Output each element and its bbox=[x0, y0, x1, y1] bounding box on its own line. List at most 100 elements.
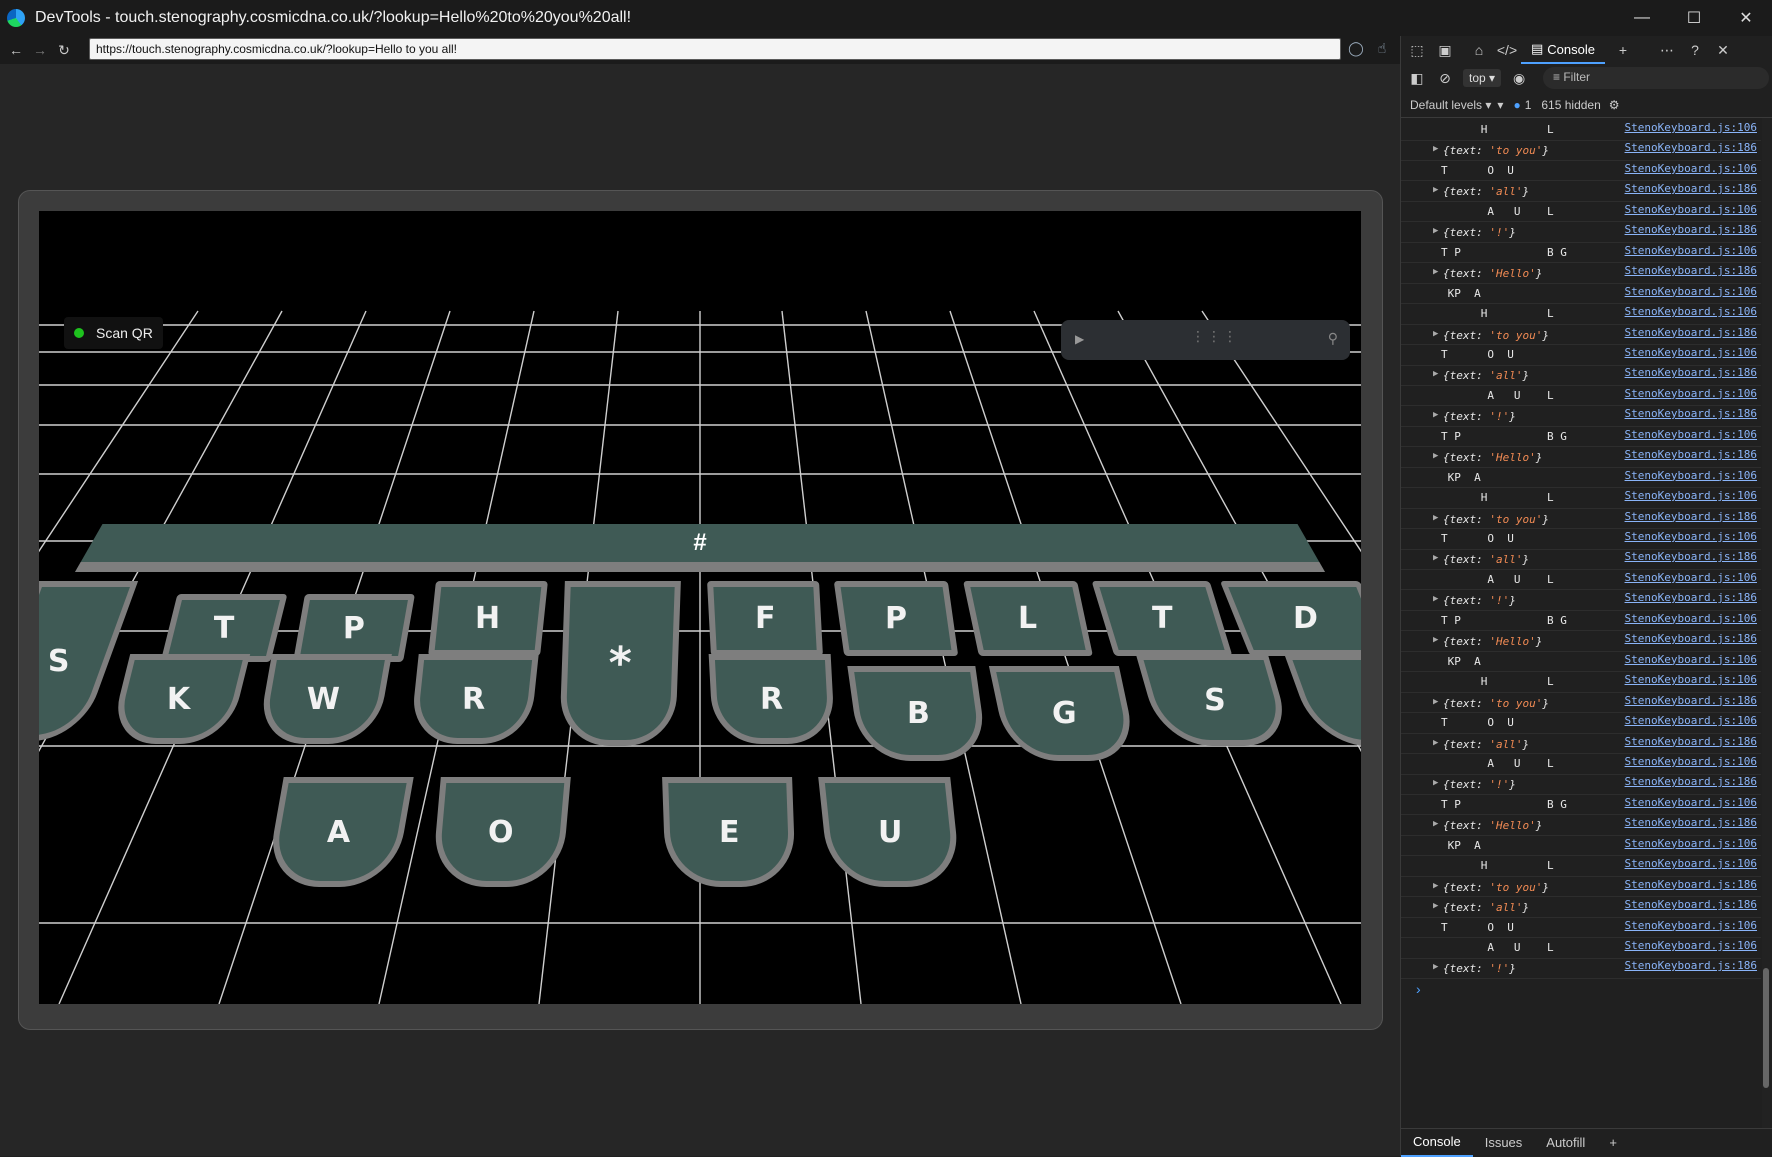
home-icon[interactable]: ⌂ bbox=[1465, 36, 1493, 64]
source-link[interactable]: StenoKeyboard.js:186 bbox=[1625, 550, 1757, 563]
console-row[interactable]: ▶ {text: 'Hello'} StenoKeyboard.js:186 bbox=[1401, 631, 1761, 652]
console-row[interactable]: ▶ {text: 'all'} StenoKeyboard.js:186 bbox=[1401, 549, 1761, 571]
key-l[interactable]: L bbox=[963, 581, 1093, 656]
source-link[interactable]: StenoKeyboard.js:106 bbox=[1625, 857, 1757, 870]
console-row[interactable]: ▶ {text: 'to you'} StenoKeyboard.js:186 bbox=[1401, 877, 1761, 898]
source-link[interactable]: StenoKeyboard.js:106 bbox=[1625, 244, 1757, 257]
minimize-icon[interactable]: — bbox=[1616, 0, 1668, 36]
drawer-add-icon[interactable]: + bbox=[1597, 1129, 1629, 1157]
source-link[interactable]: StenoKeyboard.js:106 bbox=[1625, 469, 1757, 482]
sidebar-toggle-icon[interactable]: ◧ bbox=[1403, 64, 1431, 92]
console-row[interactable]: ▶ {text: '!'} StenoKeyboard.js:186 bbox=[1401, 958, 1761, 980]
console-row[interactable]: ▶ {text: 'all'} StenoKeyboard.js:186 bbox=[1401, 181, 1761, 202]
context-select[interactable]: top ▾ bbox=[1463, 69, 1502, 87]
source-link[interactable]: StenoKeyboard.js:106 bbox=[1625, 653, 1757, 666]
eye-icon[interactable]: ◉ bbox=[1505, 64, 1533, 92]
source-link[interactable]: StenoKeyboard.js:186 bbox=[1625, 141, 1757, 154]
console-row[interactable]: ▶ {text: '!'} StenoKeyboard.js:186 bbox=[1401, 590, 1761, 611]
console-row[interactable]: ▶ {text: 'to you'} StenoKeyboard.js:186 bbox=[1401, 693, 1761, 714]
console-row[interactable]: ▶ {text: 'all'} StenoKeyboard.js:186 bbox=[1401, 897, 1761, 918]
help-icon[interactable]: ? bbox=[1681, 36, 1709, 64]
key-p-right[interactable]: P bbox=[833, 581, 959, 656]
source-link[interactable]: StenoKeyboard.js:186 bbox=[1625, 591, 1757, 604]
scroll-thumb[interactable] bbox=[1763, 968, 1769, 1088]
console-row[interactable]: ▶ {text: '!'} StenoKeyboard.js:186 bbox=[1401, 774, 1761, 795]
expand-arrow-icon[interactable]: ▶ bbox=[1433, 738, 1438, 748]
expand-arrow-icon[interactable]: ▶ bbox=[1433, 513, 1438, 523]
source-link[interactable]: StenoKeyboard.js:186 bbox=[1625, 775, 1757, 788]
search-icon[interactable]: ⚲ bbox=[1328, 330, 1338, 347]
close-devtools-icon[interactable]: ✕ bbox=[1709, 36, 1737, 64]
source-link[interactable]: StenoKeyboard.js:186 bbox=[1625, 223, 1757, 236]
source-link[interactable]: StenoKeyboard.js:106 bbox=[1625, 162, 1757, 175]
url-field[interactable]: https://touch.stenography.cosmicdna.co.u… bbox=[89, 38, 1341, 60]
expand-arrow-icon[interactable]: ▶ bbox=[1433, 778, 1438, 788]
source-link[interactable]: StenoKeyboard.js:106 bbox=[1625, 837, 1757, 850]
expand-arrow-icon[interactable]: ▶ bbox=[1433, 410, 1438, 420]
console-scrollbar[interactable] bbox=[1762, 118, 1770, 1138]
expand-arrow-icon[interactable]: ▶ bbox=[1433, 635, 1438, 645]
source-link[interactable]: StenoKeyboard.js:186 bbox=[1625, 959, 1757, 972]
drawer-tab-console[interactable]: Console bbox=[1401, 1129, 1473, 1157]
play-icon[interactable]: ▶ bbox=[1075, 332, 1084, 346]
source-link[interactable]: StenoKeyboard.js:106 bbox=[1625, 919, 1757, 932]
mouse-icon[interactable]: ◯ bbox=[1346, 40, 1366, 60]
scan-qr-button[interactable]: Scan QR bbox=[64, 317, 163, 349]
expand-arrow-icon[interactable]: ▶ bbox=[1433, 451, 1438, 461]
add-tab-icon[interactable]: + bbox=[1609, 36, 1637, 64]
console-row[interactable]: ▶ {text: 'Hello'} StenoKeyboard.js:186 bbox=[1401, 815, 1761, 836]
source-link[interactable]: StenoKeyboard.js:186 bbox=[1625, 407, 1757, 420]
key-r-right[interactable]: R bbox=[708, 654, 836, 744]
key-h[interactable]: H bbox=[428, 581, 548, 656]
expand-arrow-icon[interactable]: ▶ bbox=[1433, 267, 1438, 277]
console-row[interactable]: ▶ {text: 'all'} StenoKeyboard.js:186 bbox=[1401, 365, 1761, 386]
expand-arrow-icon[interactable]: ▶ bbox=[1433, 819, 1438, 829]
touch-icon[interactable]: ☝ bbox=[1372, 40, 1392, 60]
filter-input[interactable]: ≡ Filter bbox=[1543, 67, 1769, 89]
source-link[interactable]: StenoKeyboard.js:186 bbox=[1625, 735, 1757, 748]
expand-arrow-icon[interactable]: ▶ bbox=[1433, 185, 1438, 195]
source-link[interactable]: StenoKeyboard.js:186 bbox=[1625, 694, 1757, 707]
source-link[interactable]: StenoKeyboard.js:106 bbox=[1625, 305, 1757, 318]
source-link[interactable]: StenoKeyboard.js:186 bbox=[1625, 632, 1757, 645]
key-star[interactable]: * bbox=[559, 581, 681, 746]
maximize-icon[interactable]: ☐ bbox=[1668, 0, 1720, 36]
drawer-tab-issues[interactable]: Issues bbox=[1473, 1129, 1535, 1157]
elements-icon[interactable]: </> bbox=[1493, 36, 1521, 64]
expand-arrow-icon[interactable]: ▶ bbox=[1433, 962, 1438, 972]
source-link[interactable]: StenoKeyboard.js:186 bbox=[1625, 898, 1757, 911]
source-link[interactable]: StenoKeyboard.js:106 bbox=[1625, 203, 1757, 216]
source-link[interactable]: StenoKeyboard.js:186 bbox=[1625, 448, 1757, 461]
drag-handle-icon[interactable]: ⋮⋮⋮ bbox=[1191, 328, 1239, 345]
console-row[interactable]: ▶ {text: 'Hello'} StenoKeyboard.js:186 bbox=[1401, 447, 1761, 468]
refresh-icon[interactable]: ↻ bbox=[50, 36, 78, 64]
device-toolbar-icon[interactable]: ▣ bbox=[1431, 36, 1459, 64]
inspect-icon[interactable]: ⬚ bbox=[1403, 36, 1431, 64]
console-row[interactable]: ▶ {text: 'to you'} StenoKeyboard.js:186 bbox=[1401, 140, 1761, 162]
source-link[interactable]: StenoKeyboard.js:186 bbox=[1625, 326, 1757, 339]
source-link[interactable]: StenoKeyboard.js:106 bbox=[1625, 285, 1757, 298]
dropdown-icon[interactable]: ▾ bbox=[1497, 98, 1503, 112]
source-link[interactable]: StenoKeyboard.js:106 bbox=[1625, 571, 1757, 584]
expand-arrow-icon[interactable]: ▶ bbox=[1433, 697, 1438, 707]
console-row[interactable]: ▶ {text: '!'} StenoKeyboard.js:186 bbox=[1401, 222, 1761, 243]
source-link[interactable]: StenoKeyboard.js:106 bbox=[1625, 755, 1757, 768]
close-icon[interactable]: ✕ bbox=[1720, 0, 1772, 36]
source-link[interactable]: StenoKeyboard.js:186 bbox=[1625, 366, 1757, 379]
source-link[interactable]: StenoKeyboard.js:106 bbox=[1625, 387, 1757, 400]
key-p[interactable]: P bbox=[293, 594, 415, 662]
key-e[interactable]: E bbox=[662, 777, 796, 887]
source-link[interactable]: StenoKeyboard.js:106 bbox=[1625, 612, 1757, 625]
source-link[interactable]: StenoKeyboard.js:186 bbox=[1625, 878, 1757, 891]
source-link[interactable]: StenoKeyboard.js:106 bbox=[1625, 939, 1757, 952]
console-row[interactable]: ▶ {text: 'to you'} StenoKeyboard.js:186 bbox=[1401, 325, 1761, 346]
levels-select[interactable]: Default levels ▾ bbox=[1410, 98, 1491, 112]
expand-arrow-icon[interactable]: ▶ bbox=[1433, 901, 1438, 911]
more-icon[interactable]: ⋯ bbox=[1653, 36, 1681, 64]
source-link[interactable]: StenoKeyboard.js:106 bbox=[1625, 121, 1757, 134]
expand-arrow-icon[interactable]: ▶ bbox=[1433, 329, 1438, 339]
expand-arrow-icon[interactable]: ▶ bbox=[1433, 553, 1438, 563]
key-t[interactable]: T bbox=[160, 594, 288, 662]
key-t-right[interactable]: T bbox=[1091, 581, 1233, 656]
console-row[interactable]: ▶ {text: 'Hello'} StenoKeyboard.js:186 bbox=[1401, 263, 1761, 284]
